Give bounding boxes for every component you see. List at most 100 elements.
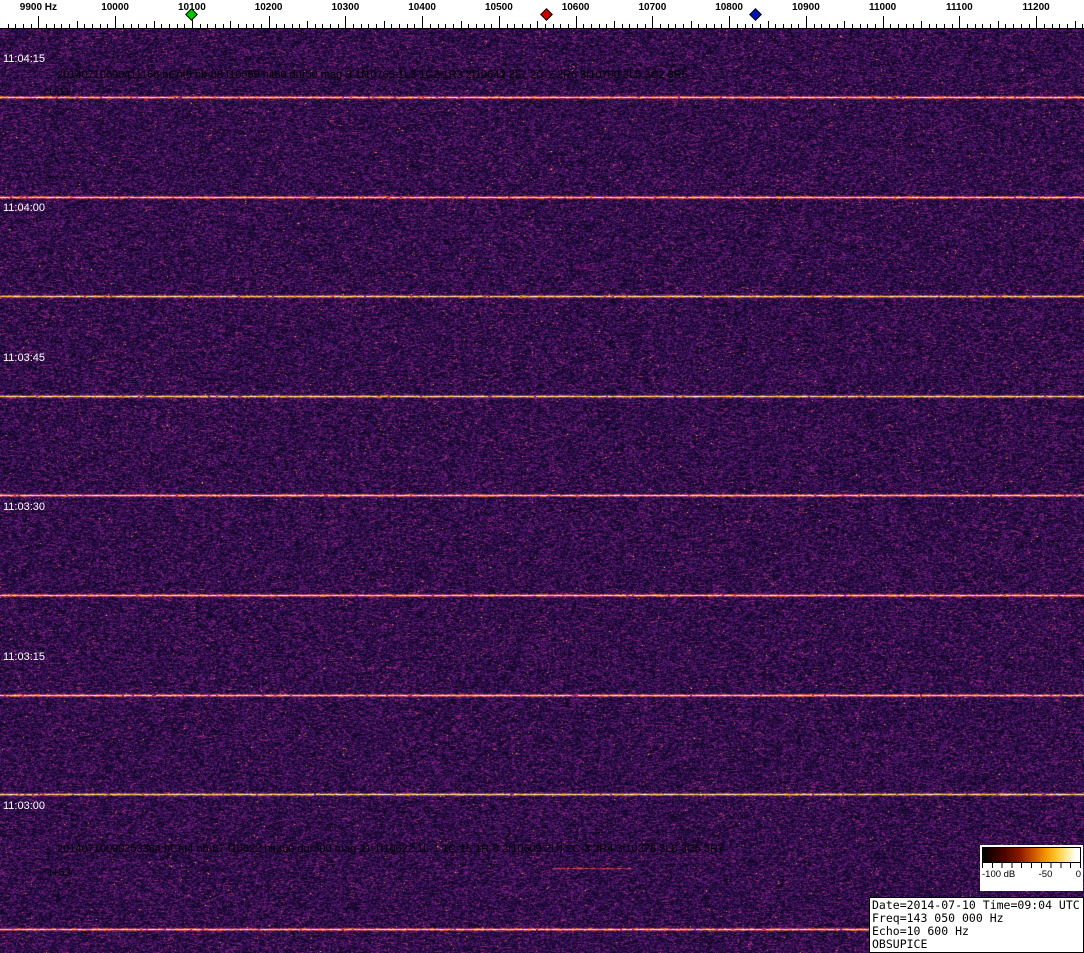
ruler-tick bbox=[683, 24, 684, 28]
time-axis-label: 11:04:15 bbox=[3, 53, 45, 65]
ruler-tick bbox=[614, 21, 615, 28]
ruler-tick bbox=[652, 16, 653, 28]
ruler-tick bbox=[721, 24, 722, 28]
ruler-tick bbox=[391, 24, 392, 28]
ruler-tick bbox=[745, 24, 746, 28]
ruler-tick bbox=[23, 24, 24, 28]
ruler-tick bbox=[1082, 24, 1083, 28]
time-axis-label: 11:03:30 bbox=[3, 501, 45, 513]
ruler-tick bbox=[284, 24, 285, 28]
time-offset-annotation-2: ^t+53 bbox=[44, 867, 71, 879]
time-axis-label: 11:03:45 bbox=[3, 352, 45, 364]
ruler-tick bbox=[1036, 16, 1037, 28]
ruler-tick bbox=[1067, 24, 1068, 28]
ruler-tick bbox=[837, 24, 838, 28]
ruler-tick bbox=[798, 24, 799, 28]
info-line: OBSUPICE bbox=[872, 938, 1081, 951]
ruler-tick bbox=[438, 24, 439, 28]
ruler-tick-label: 10800 bbox=[715, 2, 743, 13]
ruler-tick bbox=[138, 24, 139, 28]
ruler-tick bbox=[15, 24, 16, 28]
ruler-tick-label: 10600 bbox=[562, 2, 590, 13]
ruler-tick bbox=[814, 24, 815, 28]
ruler-tick bbox=[560, 24, 561, 28]
ruler-tick bbox=[230, 21, 231, 28]
time-axis-label: 11:03:15 bbox=[3, 651, 45, 663]
ruler-tick bbox=[844, 21, 845, 28]
ruler-tick bbox=[77, 21, 78, 28]
ruler-tick bbox=[1029, 24, 1030, 28]
ruler-tick bbox=[791, 24, 792, 28]
ruler-tick bbox=[491, 24, 492, 28]
ruler-tick bbox=[414, 24, 415, 28]
ruler-tick bbox=[645, 24, 646, 28]
ruler-tick bbox=[69, 24, 70, 28]
time-offset-annotation-1: ^t+11 bbox=[44, 86, 70, 98]
ruler-tick bbox=[530, 24, 531, 28]
ruler-tick bbox=[829, 24, 830, 28]
ruler-tick bbox=[952, 24, 953, 28]
ruler-tick bbox=[752, 24, 753, 28]
ruler-tick bbox=[484, 24, 485, 28]
colorbar-mid-label: -50 bbox=[1039, 869, 1053, 880]
ruler-tick bbox=[169, 24, 170, 28]
time-axis-label: 11:03:00 bbox=[3, 800, 45, 812]
ruler-tick bbox=[445, 24, 446, 28]
ruler-tick bbox=[867, 24, 868, 28]
ruler-tick bbox=[729, 16, 730, 28]
ruler-tick bbox=[453, 24, 454, 28]
ruler-tick bbox=[1021, 24, 1022, 28]
ruler-tick bbox=[61, 24, 62, 28]
ruler-tick bbox=[461, 21, 462, 28]
ruler-tick bbox=[706, 24, 707, 28]
ruler-tick bbox=[407, 24, 408, 28]
ruler-tick bbox=[576, 16, 577, 28]
ruler-tick bbox=[1052, 24, 1053, 28]
ruler-tick bbox=[361, 24, 362, 28]
ruler-tick bbox=[1075, 21, 1076, 28]
ruler-tick bbox=[338, 24, 339, 28]
ruler-tick bbox=[860, 24, 861, 28]
ruler-tick bbox=[522, 24, 523, 28]
ruler-tick bbox=[1044, 24, 1045, 28]
colorbar-labels: -100 dB -50 0 bbox=[982, 869, 1081, 880]
ruler-tick bbox=[929, 24, 930, 28]
ruler-tick bbox=[906, 24, 907, 28]
frequency-marker-red-icon[interactable] bbox=[540, 8, 553, 21]
ruler-tick bbox=[514, 24, 515, 28]
ruler-tick bbox=[269, 16, 270, 28]
ruler-tick bbox=[606, 24, 607, 28]
ruler-tick bbox=[898, 24, 899, 28]
ruler-tick bbox=[276, 24, 277, 28]
ruler-tick bbox=[368, 24, 369, 28]
ruler-tick bbox=[1059, 24, 1060, 28]
ruler-tick bbox=[998, 21, 999, 28]
ruler-tick bbox=[1013, 24, 1014, 28]
frequency-marker-blue-icon[interactable] bbox=[749, 8, 762, 21]
ruler-tick bbox=[599, 24, 600, 28]
ruler-tick bbox=[315, 24, 316, 28]
ruler-tick bbox=[299, 24, 300, 28]
ruler-tick-label: 10000 bbox=[101, 2, 129, 13]
ruler-tick bbox=[307, 21, 308, 28]
ruler-tick bbox=[921, 21, 922, 28]
ruler-tick bbox=[253, 24, 254, 28]
ruler-tick bbox=[107, 24, 108, 28]
ruler-tick bbox=[783, 24, 784, 28]
ruler-tick bbox=[583, 24, 584, 28]
ruler-tick bbox=[1005, 24, 1006, 28]
ruler-tick bbox=[507, 24, 508, 28]
ruler-tick bbox=[852, 24, 853, 28]
colorbar-min-label: -100 dB bbox=[982, 869, 1015, 880]
ruler-tick bbox=[38, 16, 39, 28]
ruler-tick bbox=[668, 24, 669, 28]
ruler-tick bbox=[675, 24, 676, 28]
ruler-tick bbox=[545, 24, 546, 28]
ruler-tick bbox=[875, 24, 876, 28]
ruler-tick-label: 10900 bbox=[792, 2, 820, 13]
ruler-tick bbox=[353, 24, 354, 28]
detection-annotation-1: 20140710090411168 hCnt5 nb-88 f10569 hit… bbox=[57, 69, 688, 81]
ruler-tick bbox=[84, 24, 85, 28]
ruler-tick bbox=[975, 24, 976, 28]
ruler-tick bbox=[944, 24, 945, 28]
